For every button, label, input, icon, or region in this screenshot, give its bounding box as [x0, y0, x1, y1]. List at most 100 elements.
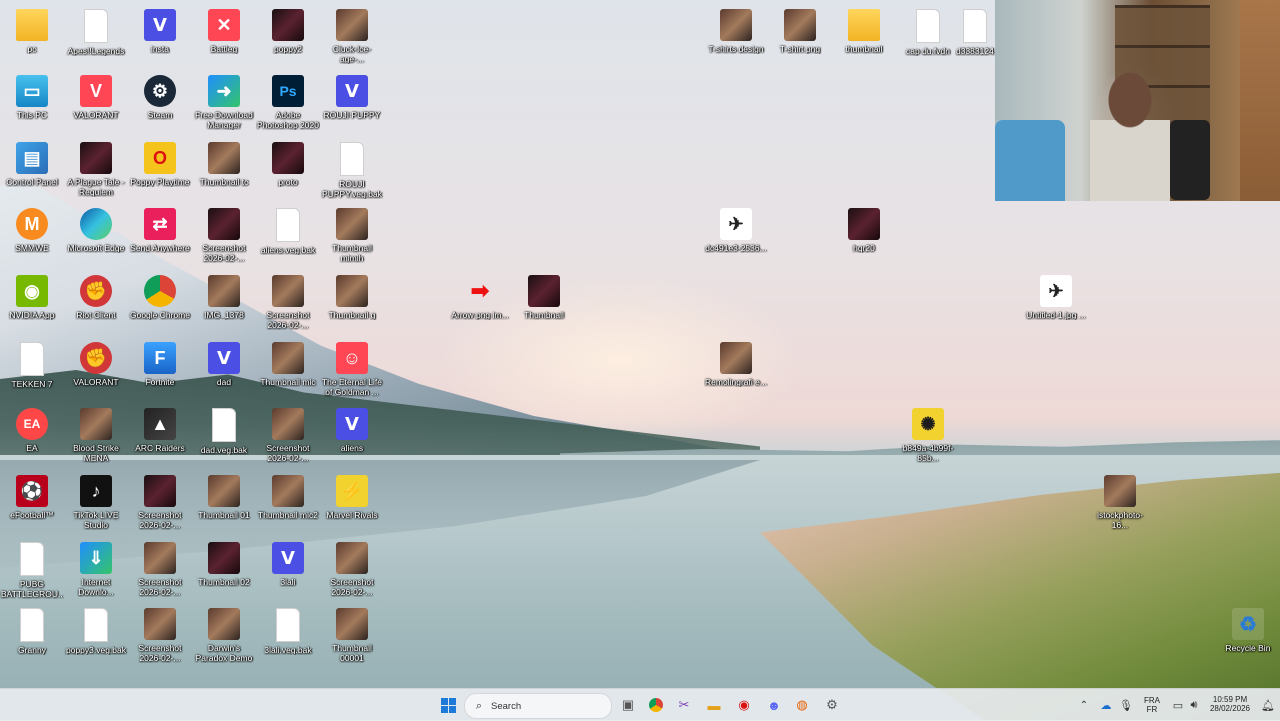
file-icon — [212, 408, 236, 442]
desktop-icon[interactable]: V ROUJI PUPPY — [320, 70, 384, 136]
desktop-icon[interactable]: Thumbnail — [512, 270, 576, 336]
taskbar-search[interactable]: ⌕ Search — [464, 693, 612, 719]
desktop-icon[interactable]: ✊ VALORANT — [64, 337, 128, 403]
desktop-icon[interactable]: Blood Strike MENA — [64, 403, 128, 469]
desktop-icon[interactable]: poppy3.veg.bak — [64, 603, 128, 669]
desktop-icon[interactable]: Apes!!Legends — [64, 4, 128, 70]
desktop-icon[interactable]: T-shirts design — [704, 4, 768, 70]
desktop-icon[interactable]: Thumbnail mic2 — [256, 470, 320, 536]
desktop-icon-label: Battleg — [210, 44, 238, 54]
desktop-icon[interactable]: ✕ Battleg — [192, 4, 256, 70]
taskbar-snipping-tool[interactable]: ✂ — [672, 693, 696, 717]
desktop-icon[interactable]: ✺ b849a-4b99f-85b... — [896, 403, 960, 469]
keyboard-layout-label: FR — [1146, 705, 1158, 714]
desktop-icon[interactable]: Vinsta — [128, 4, 192, 70]
desktop-icon[interactable]: Thumbnail g — [320, 270, 384, 336]
taskbar-discord[interactable]: ☻ — [762, 693, 786, 717]
desktop-icon[interactable]: ➜ Free Download Manager — [192, 70, 256, 136]
desktop-icon[interactable]: Screenshot 2026-02-... — [192, 203, 256, 269]
desktop-icon[interactable]: ▲ ARC Raiders — [128, 403, 192, 469]
desktop-icon[interactable]: pc — [0, 4, 64, 70]
desktop-icon[interactable]: Thumbnail mimih — [320, 203, 384, 269]
desktop-icon[interactable]: proto — [256, 137, 320, 203]
desktop-icon-label: Marvel Rivals — [326, 510, 378, 520]
desktop-icon[interactable]: 3lali.veg.bak — [256, 603, 320, 669]
desktop-icon[interactable]: Thumbnail 02 — [192, 537, 256, 603]
desktop-icon[interactable]: M SMMWE — [0, 203, 64, 269]
desktop-icon[interactable]: istockphoto-16... — [1088, 470, 1152, 536]
desktop-icon[interactable]: ⚽ eFootball™ — [0, 470, 64, 536]
desktop-icon[interactable]: Microsoft Edge — [64, 203, 128, 269]
desktop-icon[interactable]: ✈ Untitled-1.jpg ... — [1024, 270, 1088, 336]
desktop-icon[interactable]: ROUJI PUPPY.veg.bak — [320, 137, 384, 203]
desktop-icon[interactable]: aliens.veg.bak — [256, 203, 320, 269]
desktop-icon[interactable]: EA EA — [0, 403, 64, 469]
taskbar-firefox[interactable]: ◍ — [790, 693, 814, 717]
desktop-icon[interactable]: Thumbnail 00001 — [320, 603, 384, 669]
desktop-icon[interactable]: ♪ TikTok LIVE Studio — [64, 470, 128, 536]
taskbar-file-explorer[interactable]: ▬ — [702, 693, 726, 717]
desktop-icon[interactable]: dad.veg.bak — [192, 403, 256, 469]
desktop-icon[interactable]: Thumbnail 01 — [192, 470, 256, 536]
desktop-icon[interactable]: A Plague Tale - Requiem — [64, 137, 128, 203]
desktop-icon[interactable]: ☺ The Eternal Life of Goldman ... — [320, 337, 384, 403]
desktop-icon[interactable]: F Fortnite — [128, 337, 192, 403]
desktop-icon[interactable]: ✈ dc491e3-2536... — [704, 203, 768, 269]
desktop-icon[interactable]: O Poppy Playtime — [128, 137, 192, 203]
taskbar-chrome[interactable] — [644, 693, 668, 717]
desktop-icon[interactable]: Vdad — [192, 337, 256, 403]
desktop-icon[interactable]: Google Chrome — [128, 270, 192, 336]
desktop-icon[interactable]: Screenshot 2026-02-... — [256, 270, 320, 336]
desktop-icon[interactable]: Screenshot 2026-02-... — [256, 403, 320, 469]
desktop-icon[interactable]: ⚙ Steam — [128, 70, 192, 136]
desktop-icon[interactable]: Thumbnail tc — [192, 137, 256, 203]
desktop-icon[interactable]: Ps Adobe Photoshop 2020 — [256, 70, 320, 136]
desktop-icon[interactable]: T-shirt png — [768, 4, 832, 70]
desktop-icon-label: Granny — [18, 645, 46, 655]
desktop-icon[interactable]: Valiens — [320, 403, 384, 469]
desktop-icon[interactable]: ◉ NVIDIA App — [0, 270, 64, 336]
desktop-icon[interactable]: Thumbnail mic — [256, 337, 320, 403]
tray-volume[interactable]: 🔊︎ — [1182, 693, 1206, 717]
image-icon — [848, 208, 880, 240]
desktop-icon[interactable]: TEKKEN 7 — [0, 337, 64, 403]
task-view-button[interactable]: ▣ — [616, 693, 640, 717]
desktop-icon[interactable]: ▤ Control Panel — [0, 137, 64, 203]
desktop-icon[interactable]: ⇄ Send Anywhere — [128, 203, 192, 269]
desktop-icon-label: This PC — [16, 110, 48, 120]
desktop-icon[interactable]: ➡ Arrow png im... — [448, 270, 512, 336]
notifications-button[interactable]: 🔔︎ — [1256, 693, 1280, 717]
desktop-icon[interactable]: ✊ Riot Client — [64, 270, 128, 336]
desktop-icon[interactable]: ♻ Recycle Bin — [1216, 603, 1280, 669]
desktop-icon[interactable]: cap du.fvdn — [896, 4, 960, 70]
desktop-icon[interactable]: d3383124... — [955, 4, 995, 70]
desktop-icon[interactable]: hqr20 — [832, 203, 896, 269]
desktop-icon[interactable]: Granny — [0, 603, 64, 669]
taskbar-obs[interactable]: ◉ — [732, 693, 756, 717]
desktop-icon[interactable]: ⚡ Marvel Rivals — [320, 470, 384, 536]
language-indicator[interactable]: FRA FR — [1138, 696, 1166, 714]
desktop-icon[interactable]: Remolingrafi e... — [704, 337, 768, 403]
desktop-icon[interactable]: ▭ This PC — [0, 70, 64, 136]
desktop-icon[interactable]: PUBG BATTLEGROU... — [0, 537, 64, 603]
desktop-icon[interactable]: IMG_1378 — [192, 270, 256, 336]
show-hidden-icons-button[interactable]: ⌃ — [1072, 693, 1096, 717]
desktop-icon[interactable]: ⇓ Internet Downlo... — [64, 537, 128, 603]
start-button[interactable] — [436, 693, 460, 717]
desktop-icon[interactable]: Screenshot 2026-02-... — [128, 470, 192, 536]
desktop-icon[interactable]: Screenshot 2026-02-... — [320, 537, 384, 603]
tray-microphone[interactable]: 🎙︎ — [1114, 693, 1138, 717]
poppy-playtime-icon: O — [144, 142, 176, 174]
image-icon — [144, 542, 176, 574]
desktop-icon[interactable]: V 3lali — [256, 537, 320, 603]
desktop-icon[interactable]: poppy2 — [256, 4, 320, 70]
desktop-icon[interactable]: V VALORANT — [64, 70, 128, 136]
taskbar-settings[interactable]: ⚙ — [820, 693, 844, 717]
task-view-icon: ▣ — [621, 697, 635, 712]
clock[interactable]: 10:59 PM 28/02/2026 — [1204, 695, 1256, 713]
desktop-icon[interactable]: Cluck-Ice-age-... — [320, 4, 384, 70]
desktop-icon[interactable]: Screenshot 2026-02-... — [128, 603, 192, 669]
desktop-icon[interactable]: Darwin's Paradox Demo — [192, 603, 256, 669]
desktop-icon[interactable]: Screenshot 2026-02-... — [128, 537, 192, 603]
desktop-icon[interactable]: thumbnail — [832, 4, 896, 70]
